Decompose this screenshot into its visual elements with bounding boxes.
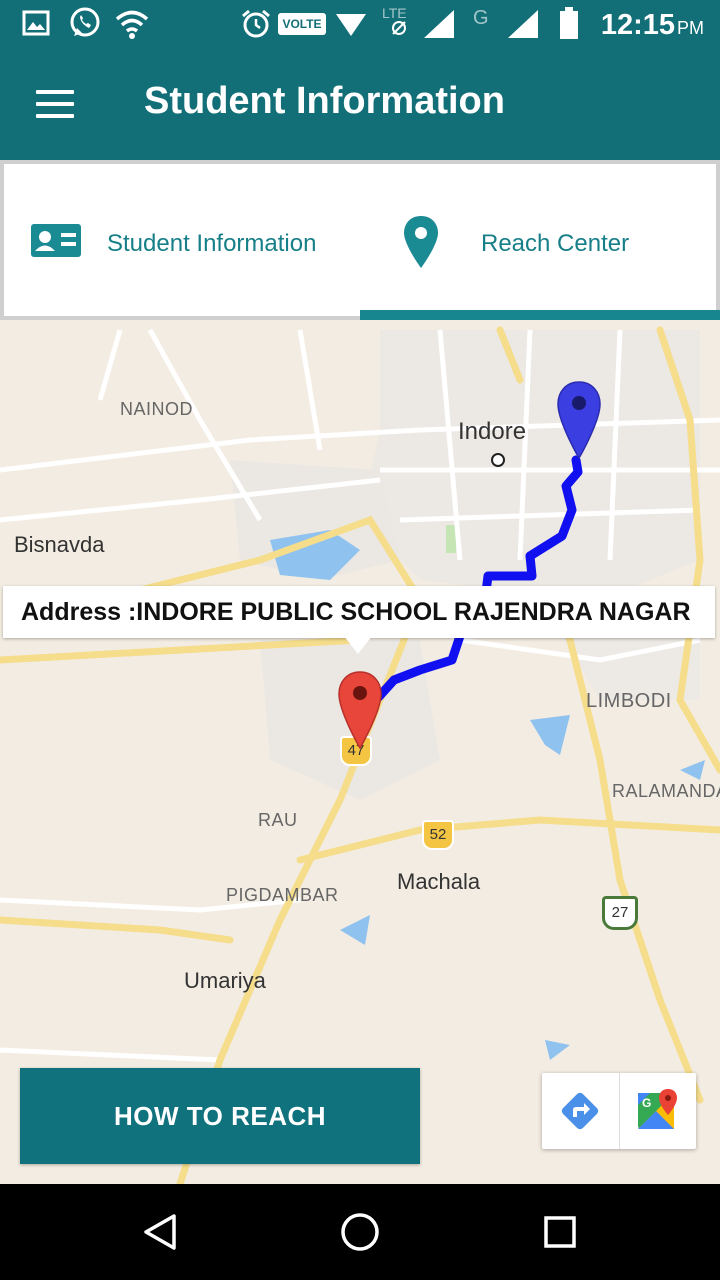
- clock-ampm: PM: [677, 18, 704, 38]
- tab-indicator: [360, 310, 720, 320]
- gallery-icon: [22, 10, 50, 36]
- map-label-limbodi: LIMBODI: [586, 690, 672, 712]
- origin-marker[interactable]: [556, 380, 602, 460]
- svg-text:LTE: LTE: [382, 5, 407, 21]
- hamburger-icon[interactable]: [36, 90, 76, 120]
- signal-icon: [508, 10, 538, 38]
- map-label-pigdambar: PIGDAMBAR: [226, 885, 339, 905]
- road-shield-27: 27: [602, 896, 638, 930]
- recents-icon[interactable]: [532, 1204, 588, 1260]
- tab-student-information[interactable]: Student Information: [4, 164, 360, 316]
- tab-bar: Student Information Reach Center: [0, 160, 720, 320]
- svg-text:G: G: [642, 1096, 651, 1110]
- directions-icon: [561, 1092, 599, 1130]
- clock-time: 12:15: [600, 9, 675, 41]
- whatsapp-icon: [70, 7, 100, 37]
- id-card-icon: [31, 224, 81, 257]
- map-label-nainod: NAINOD: [120, 399, 194, 419]
- tab-reach-center[interactable]: Reach Center: [360, 164, 716, 316]
- volte-icon: VOLTE: [278, 13, 326, 35]
- wifi-icon: [115, 10, 149, 39]
- directions-button[interactable]: [542, 1073, 618, 1149]
- map-label-bisnavda: Bisnavda: [14, 532, 105, 557]
- how-to-reach-button[interactable]: HOW TO REACH: [20, 1068, 420, 1164]
- status-bar: VOLTE LTE G 12:15 PM: [0, 0, 720, 48]
- map-label-indore: Indore: [458, 418, 527, 445]
- map-toolbar: G: [542, 1073, 696, 1149]
- map-label-ralamanda: RALAMANDA: [612, 781, 720, 801]
- lte-icon: LTE: [382, 5, 407, 35]
- road-shield-52: 52: [422, 820, 454, 850]
- navigation-bar: [0, 1184, 720, 1280]
- home-icon[interactable]: [332, 1204, 388, 1260]
- tab-label: Student Information: [107, 230, 317, 257]
- battery-icon: [560, 7, 578, 39]
- address-text: Address :INDORE PUBLIC SCHOOL RAJENDRA N…: [21, 598, 691, 626]
- back-icon[interactable]: [132, 1204, 188, 1260]
- signal-icon: [424, 10, 454, 38]
- tab-label: Reach Center: [481, 230, 630, 257]
- map-view[interactable]: NAINOD Indore Bisnavda LIMBODI RALAMANDA…: [0, 320, 720, 1184]
- location-pin-icon: [404, 216, 438, 268]
- open-google-maps-button[interactable]: G: [620, 1073, 696, 1149]
- google-maps-icon: G: [638, 1089, 677, 1129]
- map-label-machala: Machala: [397, 869, 481, 894]
- map-label-rau: RAU: [258, 810, 298, 830]
- address-info-window[interactable]: Address :INDORE PUBLIC SCHOOL RAJENDRA N…: [3, 586, 715, 638]
- signal-icon: [336, 14, 366, 36]
- g-network-icon: G: [473, 7, 489, 28]
- clock: 12:15 PM: [601, 9, 704, 42]
- svg-text:G: G: [473, 7, 489, 28]
- info-window-tail: [344, 636, 372, 654]
- map-label-umariya: Umariya: [184, 968, 266, 993]
- destination-marker[interactable]: [337, 670, 383, 750]
- page-title: Student Information: [144, 80, 505, 122]
- app-bar: Student Information: [0, 48, 720, 160]
- alarm-icon: [242, 9, 270, 38]
